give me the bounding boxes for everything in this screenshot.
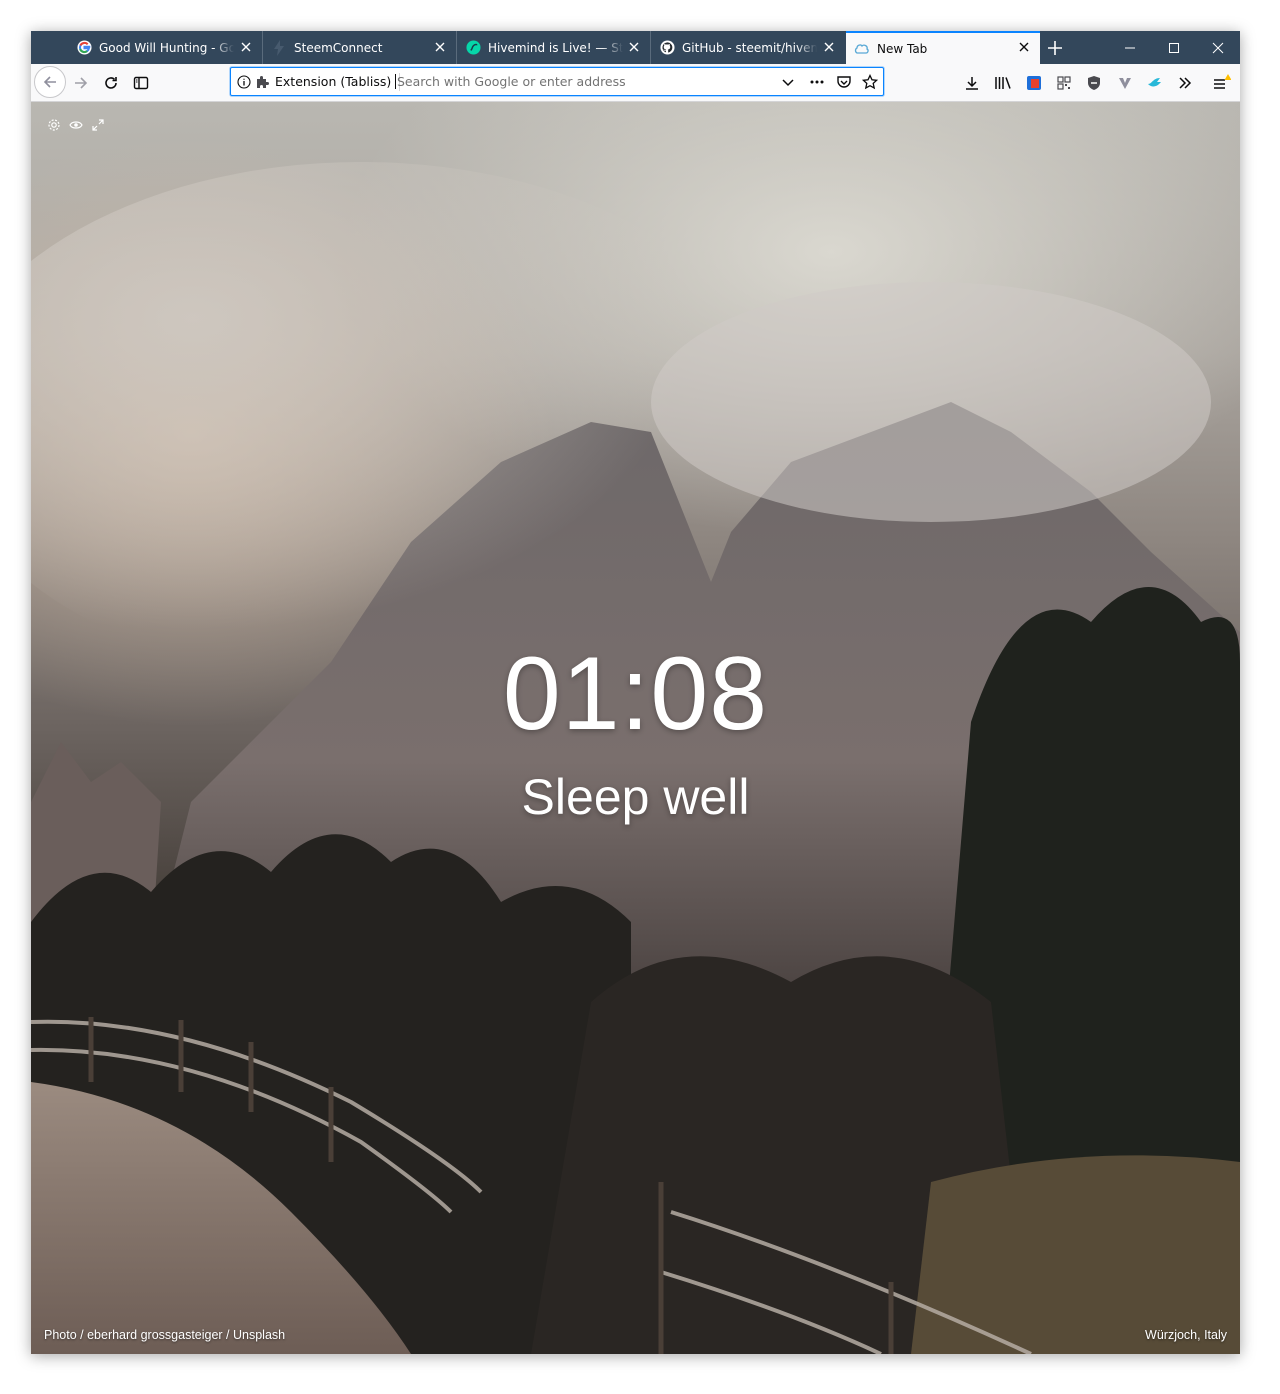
address-bar[interactable]: Extension (Tabliss) Search with Google o… <box>230 67 884 96</box>
tab-strip: Good Will Hunting - Google Search SteemC… <box>31 31 1240 64</box>
container-extension-icon <box>1027 76 1041 90</box>
shield-icon <box>1088 76 1100 90</box>
clock-time: 01:08 <box>502 636 769 752</box>
library-icon <box>995 77 1011 89</box>
back-arrow-icon <box>43 76 56 88</box>
extension-button-v[interactable] <box>1111 69 1139 97</box>
main-menu-button[interactable] <box>1207 69 1235 97</box>
extension-button-bird[interactable] <box>1141 69 1169 97</box>
page-actions-button[interactable] <box>809 68 825 95</box>
overflow-menu-button[interactable] <box>1171 69 1199 97</box>
close-window-icon <box>1212 42 1224 53</box>
dashboard-controls <box>47 117 105 131</box>
maximize-button[interactable] <box>1151 31 1197 64</box>
site-identity[interactable]: Extension (Tabliss) <box>237 68 401 95</box>
new-tab-page: 01:08 Sleep well Photo / eberhard grossg… <box>31 102 1240 1354</box>
new-tab-plus-icon[interactable] <box>1045 38 1065 58</box>
download-icon <box>966 77 978 90</box>
minimize-button[interactable] <box>1107 31 1153 64</box>
pocket-button[interactable] <box>836 68 852 95</box>
reload-button[interactable] <box>97 69 125 97</box>
close-window-button[interactable] <box>1195 31 1240 64</box>
dropmarker-button[interactable] <box>781 68 795 95</box>
tab-hivemind-steemit[interactable]: Hivemind is Live! — Steemit <box>457 31 651 64</box>
sidebar-icon <box>133 76 149 90</box>
forward-button[interactable] <box>67 69 95 97</box>
minimize-icon <box>1125 47 1135 48</box>
extension-button-1[interactable] <box>1020 69 1048 97</box>
tab-new-tab[interactable]: New Tab <box>846 31 1040 64</box>
tabliss-icon <box>854 41 870 57</box>
puzzle-piece-icon <box>257 75 269 88</box>
maximize-icon <box>1169 42 1179 53</box>
back-button[interactable] <box>34 66 66 98</box>
reload-icon <box>105 77 117 89</box>
tab-google-search[interactable]: Good Will Hunting - Google Search <box>68 31 263 64</box>
forward-arrow-icon <box>75 77 88 89</box>
bird-icon <box>1148 78 1161 87</box>
settings-gear-icon[interactable] <box>47 117 61 131</box>
sidebar-button[interactable] <box>127 69 155 97</box>
tab-title: New Tab <box>877 41 928 56</box>
close-tab-icon[interactable] <box>239 40 253 54</box>
privacy-badger-button[interactable] <box>1080 69 1108 97</box>
library-button[interactable] <box>989 69 1017 97</box>
downloads-button[interactable] <box>958 69 986 97</box>
url-placeholder: Search with Google or enter address <box>397 74 626 89</box>
tab-steemconnect[interactable]: SteemConnect <box>263 31 457 64</box>
close-tab-icon[interactable] <box>822 40 836 54</box>
browser-window: Good Will Hunting - Google Search SteemC… <box>31 31 1240 1354</box>
steemconnect-icon <box>271 39 287 56</box>
v-shape-icon <box>1119 78 1131 89</box>
photo-location[interactable]: Würzjoch, Italy <box>1145 1328 1227 1342</box>
star-icon <box>862 73 878 89</box>
steemit-icon <box>465 40 481 56</box>
chevron-down-icon <box>782 78 794 86</box>
text-caret <box>395 74 396 89</box>
fullscreen-expand-icon[interactable] <box>91 117 105 131</box>
google-icon <box>76 40 92 56</box>
qr-code-icon <box>1057 76 1071 90</box>
hamburger-menu-icon <box>1214 74 1231 89</box>
close-tab-icon[interactable] <box>1017 40 1031 54</box>
info-icon <box>237 74 251 89</box>
pocket-icon <box>837 75 851 88</box>
close-tab-icon[interactable] <box>627 40 641 54</box>
focus-eye-icon[interactable] <box>69 117 83 131</box>
identity-label: Extension (Tabliss) <box>275 74 392 89</box>
navigation-toolbar: Extension (Tabliss) Search with Google o… <box>31 64 1240 102</box>
bookmark-star-button[interactable] <box>862 68 878 95</box>
greeting-text: Sleep well <box>521 769 750 825</box>
double-chevron-right-icon <box>1179 77 1192 89</box>
github-icon <box>659 40 675 56</box>
tab-github-hivemind[interactable]: GitHub - steemit/hivemind <box>651 31 845 64</box>
tab-title: Hivemind is Live! — Steemit <box>488 40 623 55</box>
photo-credit[interactable]: Photo / eberhard grossgasteiger / Unspla… <box>44 1328 285 1342</box>
tab-title: GitHub - steemit/hivemind <box>682 40 817 55</box>
tab-title: SteemConnect <box>294 40 383 55</box>
close-tab-icon[interactable] <box>433 40 447 54</box>
qr-code-button[interactable] <box>1050 69 1078 97</box>
tab-title: Good Will Hunting - Google Search <box>99 40 234 55</box>
url-input[interactable]: Search with Google or enter address <box>395 68 775 95</box>
more-horizontal-icon <box>810 80 824 83</box>
